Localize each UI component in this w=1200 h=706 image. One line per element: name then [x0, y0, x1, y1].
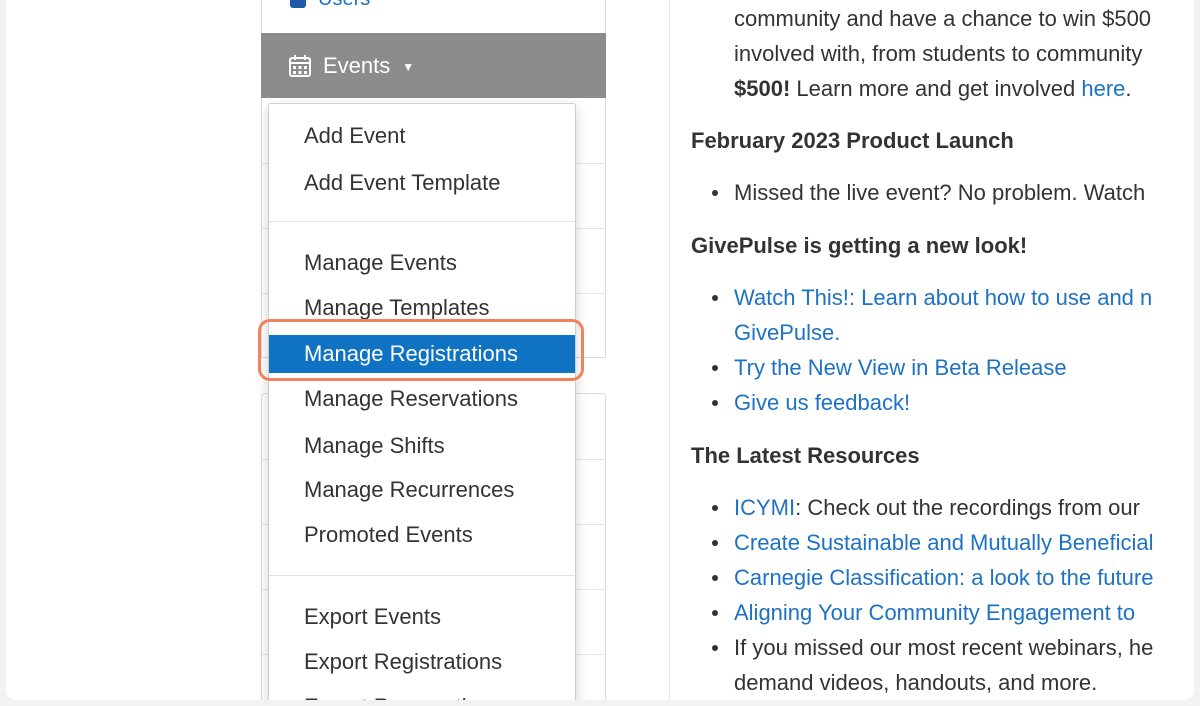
bullet-icon — [712, 610, 718, 616]
menu-item-add-event-template[interactable]: Add Event Template — [269, 164, 575, 202]
calendar-icon — [289, 54, 311, 77]
events-dropdown-menu: Add Event Add Event Template Manage Even… — [268, 103, 576, 700]
menu-item-manage-recurrences[interactable]: Manage Recurrences — [269, 471, 575, 509]
bullet-icon — [712, 400, 718, 406]
sidebar-item-users[interactable]: Users — [290, 0, 370, 11]
menu-item-export-registrations[interactable]: Export Registrations — [269, 643, 575, 681]
intro-line: $500! Learn more and get involved here. — [734, 76, 1132, 102]
bullet-icon — [712, 295, 718, 301]
feedback-link[interactable]: Give us feedback! — [734, 390, 910, 416]
here-link[interactable]: here — [1081, 76, 1125, 101]
menu-item-manage-events[interactable]: Manage Events — [269, 244, 575, 282]
bullet-icon — [712, 645, 718, 651]
list-item-text: : Check out the recordings from our — [795, 495, 1140, 520]
menu-item-export-reservations[interactable]: Export Reservations — [269, 688, 575, 700]
section-heading: February 2023 Product Launch — [691, 128, 1014, 153]
resource-link[interactable]: Carnegie Classification: a look to the f… — [734, 565, 1153, 591]
list-item: If you missed our most recent webinars, … — [734, 635, 1154, 660]
intro-text: Learn more and get involved — [790, 76, 1082, 101]
section-heading: GivePulse is getting a new look! — [691, 233, 1028, 258]
resource-link[interactable]: Create Sustainable and Mutually Benefici… — [734, 530, 1153, 556]
list-item: demand videos, handouts, and more. — [734, 670, 1098, 695]
caret-down-icon: ▼ — [402, 59, 415, 74]
sidebar-item-events[interactable]: Events ▼ — [261, 33, 606, 98]
highlight-annotation — [258, 319, 584, 381]
content-divider — [669, 0, 670, 700]
screenshot-frame: Users Events ▼ Add Event Add Event Templ… — [6, 0, 1194, 700]
bullet-icon — [712, 365, 718, 371]
intro-punctuation: . — [1125, 76, 1132, 101]
bullet-icon — [712, 505, 718, 511]
bullet-icon — [712, 540, 718, 546]
watch-this-link-cont[interactable]: GivePulse. — [734, 320, 840, 346]
users-icon — [290, 0, 306, 8]
section-heading: The Latest Resources — [691, 443, 920, 468]
menu-item-export-events[interactable]: Export Events — [269, 598, 575, 636]
menu-item-promoted-events[interactable]: Promoted Events — [269, 516, 575, 554]
intro-line: community and have a chance to win $500 — [734, 6, 1152, 31]
menu-divider — [269, 221, 575, 222]
menu-divider — [269, 575, 575, 576]
bullet-icon — [712, 575, 718, 581]
list-item: ICYMI: Check out the recordings from our — [734, 495, 1140, 521]
resource-link[interactable]: Aligning Your Community Engagement to — [734, 600, 1135, 626]
menu-item-manage-reservations[interactable]: Manage Reservations — [269, 380, 575, 418]
watch-this-link[interactable]: Watch This!: Learn about how to use and … — [734, 285, 1152, 311]
menu-item-manage-shifts[interactable]: Manage Shifts — [269, 427, 575, 465]
sidebar-item-events-label: Events — [323, 52, 391, 78]
menu-item-add-event[interactable]: Add Event — [269, 117, 575, 155]
icymi-link[interactable]: ICYMI — [734, 495, 795, 520]
prize-amount: $500! — [734, 76, 791, 101]
list-item: Missed the live event? No problem. Watch — [734, 180, 1146, 205]
bullet-icon — [712, 190, 718, 196]
intro-line: involved with, from students to communit… — [734, 41, 1143, 66]
sidebar-item-users-label: Users — [318, 0, 370, 11]
beta-release-link[interactable]: Try the New View in Beta Release — [734, 355, 1067, 381]
